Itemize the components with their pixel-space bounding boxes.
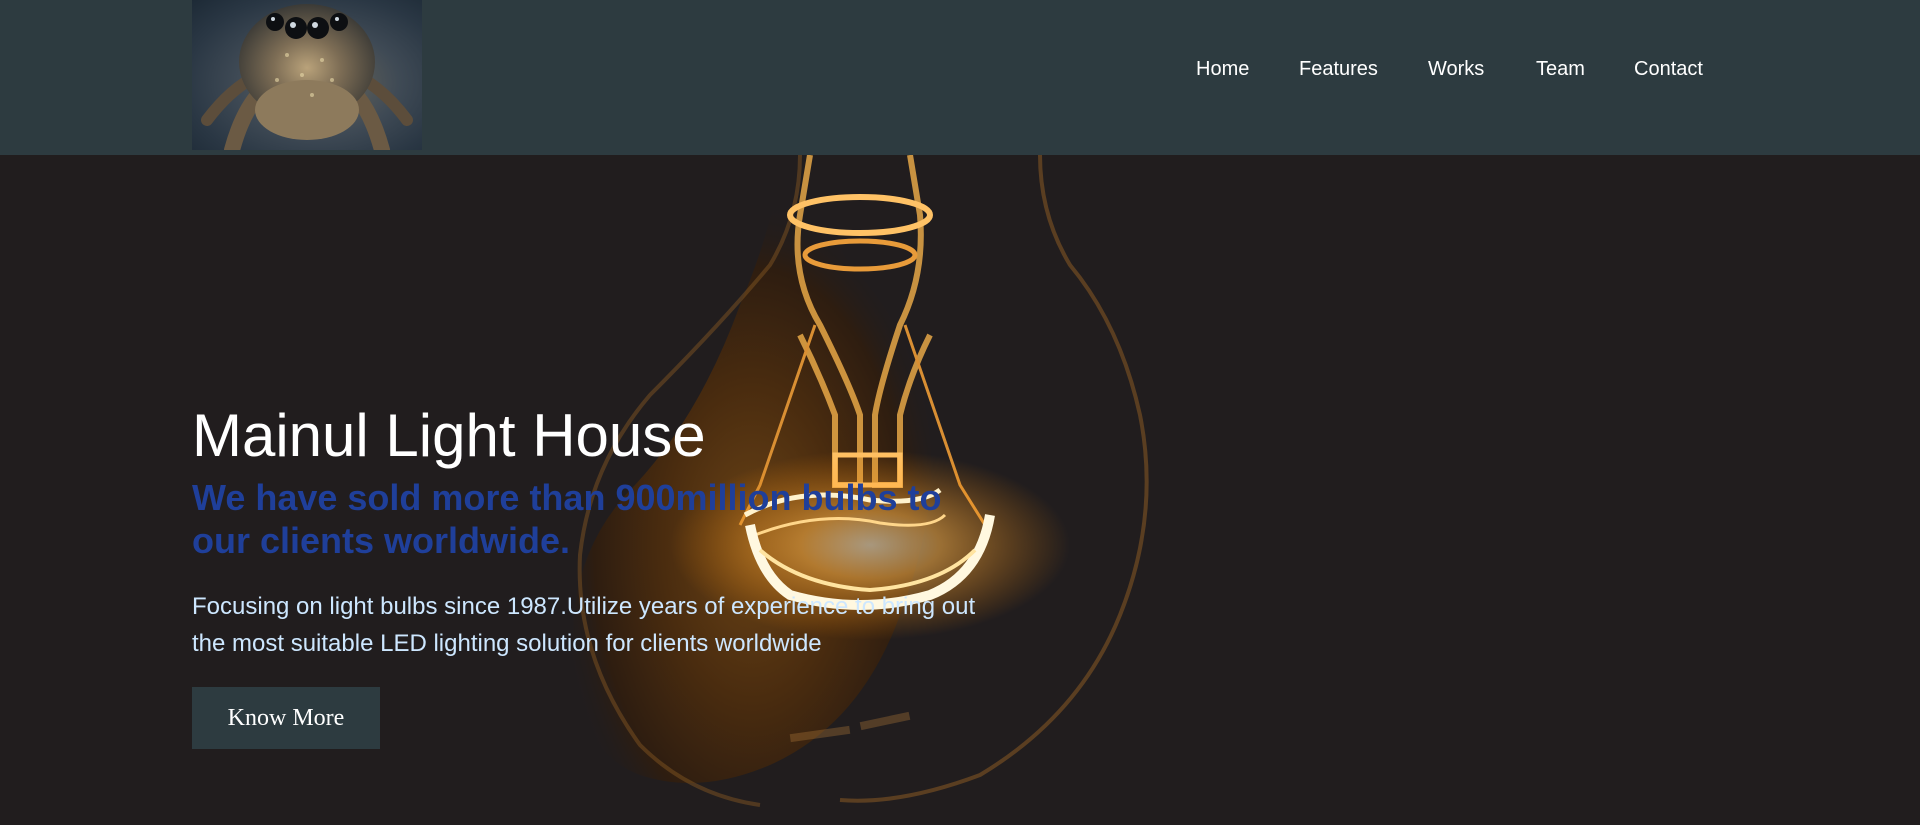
spider-icon [201,4,413,150]
hero-title: Mainul Light House [192,402,706,469]
hero-subtitle: We have sold more than 900million bulbs … [192,477,942,561]
logo-image[interactable] [192,0,422,150]
nav-home[interactable]: Home [1196,58,1249,81]
know-more-button[interactable]: Know More [192,687,380,749]
nav-works[interactable]: Works [1428,58,1484,81]
hero-section: Mainul Light House We have sold more tha… [0,155,1920,825]
hero-description: Focusing on light bulbs since 1987.Utili… [192,593,976,657]
nav-contact[interactable]: Contact [1634,58,1703,81]
nav-features[interactable]: Features [1299,58,1378,81]
navbar: Home Features Works Team Contact [0,0,1920,155]
main-nav: Home Features Works Team Contact [1150,58,1720,86]
nav-team[interactable]: Team [1536,58,1585,81]
